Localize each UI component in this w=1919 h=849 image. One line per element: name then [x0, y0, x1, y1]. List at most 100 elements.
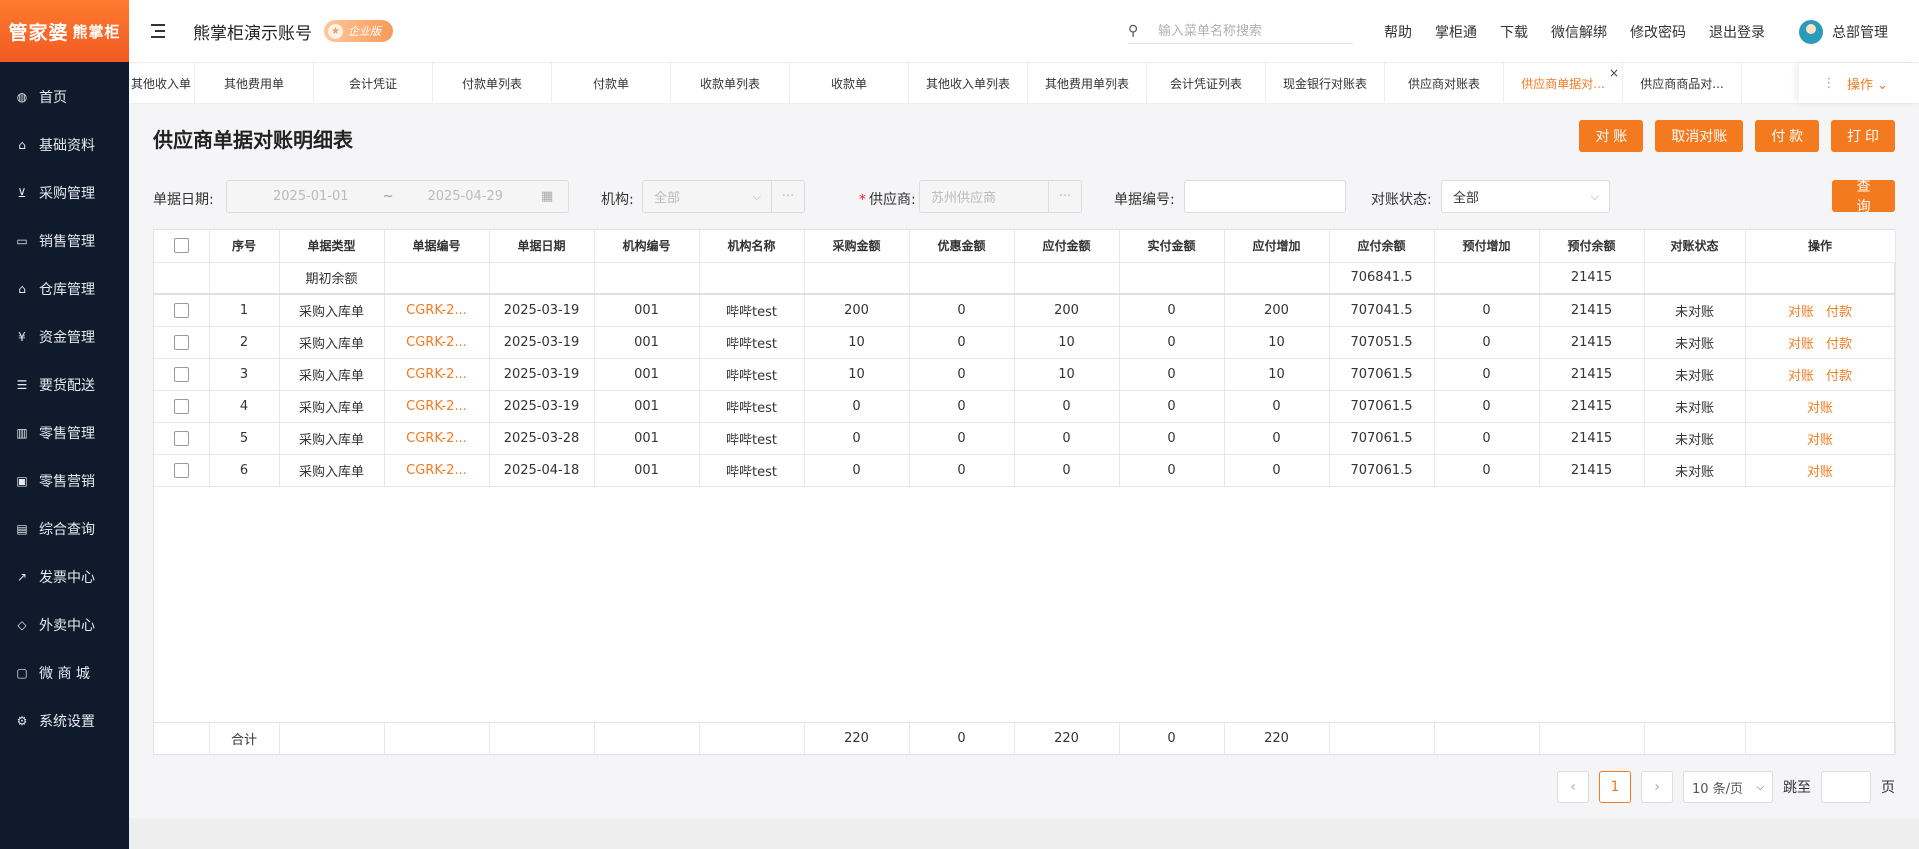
search-icon[interactable]: ⚲: [1128, 23, 1148, 39]
select-all-checkbox[interactable]: [173, 238, 189, 254]
chevron-down-icon[interactable]: ⌵: [1591, 190, 1599, 204]
query-button[interactable]: 查 询: [1832, 178, 1895, 214]
org-value[interactable]: 全部: [654, 187, 753, 206]
user-name[interactable]: 总部管理: [1832, 22, 1888, 42]
cell-code[interactable]: CGRK-2...: [384, 422, 490, 455]
chevron-right-icon[interactable]: ›: [1654, 779, 1660, 795]
tab-label[interactable]: 收款单列表: [700, 75, 760, 92]
supplier-select[interactable]: 苏州供应商: [919, 180, 1049, 213]
ellipsis-icon[interactable]: ···: [782, 189, 794, 204]
tab-item[interactable]: 其他收入单列表: [909, 63, 1028, 103]
date-range-picker[interactable]: 2025-01-01 ~ 2025-04-29 ▦: [226, 180, 569, 213]
reconcile-link[interactable]: 对账: [1788, 369, 1814, 384]
tab-item[interactable]: 收款单: [790, 63, 909, 103]
sidebar-item[interactable]: ◍ 首页: [0, 73, 129, 121]
page-number-button[interactable]: 1: [1599, 771, 1631, 803]
pay-link[interactable]: 付款: [1826, 305, 1852, 320]
docno-input[interactable]: [1184, 180, 1346, 213]
sidebar-item[interactable]: ▢ 微 商 城: [0, 649, 129, 697]
ellipsis-icon[interactable]: ···: [1059, 189, 1071, 204]
org-select[interactable]: 全部 ⌵: [642, 180, 772, 213]
tab-label[interactable]: 会计凭证列表: [1170, 75, 1242, 92]
table-row[interactable]: 6 采购入库单 CGRK-2... 2025-04-18 001 哔哔test 0 0 0 0 0 7…: [154, 454, 1896, 487]
header-link[interactable]: 修改密码: [1630, 22, 1686, 42]
tab-item[interactable]: 其他费用单: [195, 63, 314, 103]
page-size-value[interactable]: 10 条/页: [1692, 778, 1743, 797]
tab-label[interactable]: 其他费用单列表: [1045, 75, 1129, 92]
page-size-select[interactable]: 10 条/页 ⌵: [1683, 771, 1773, 803]
header-link[interactable]: 微信解绑: [1551, 22, 1607, 42]
tab-item[interactable]: 供应商单据对... ×: [1504, 63, 1623, 103]
tab-item[interactable]: 付款单: [552, 63, 671, 103]
row-checkbox[interactable]: [173, 302, 189, 318]
chevron-left-icon[interactable]: ‹: [1570, 779, 1576, 795]
tab-ops-button[interactable]: 操作 ⌄: [1847, 74, 1888, 93]
cell-code[interactable]: CGRK-2...: [384, 294, 490, 327]
tab-item[interactable]: 会计凭证列表: [1147, 63, 1266, 103]
sidebar-item[interactable]: ▭ 销售管理: [0, 217, 129, 265]
tab-label[interactable]: 现金银行对账表: [1283, 75, 1367, 92]
row-checkbox[interactable]: [173, 462, 189, 478]
user-menu[interactable]: 总部管理: [1799, 20, 1888, 44]
cell-code[interactable]: CGRK-2...: [384, 358, 490, 391]
action-button[interactable]: 付 款: [1755, 120, 1820, 152]
more-vertical-icon[interactable]: ⋮: [1819, 76, 1839, 91]
date-end[interactable]: 2025-04-29: [427, 189, 503, 204]
sidebar-item[interactable]: ↗ 发票中心: [0, 553, 129, 601]
reconcile-link[interactable]: 对账: [1788, 337, 1814, 352]
tab-item[interactable]: 供应商商品对...: [1623, 63, 1742, 103]
sidebar-item[interactable]: ▣ 零售营销: [0, 457, 129, 505]
table-row[interactable]: 5 采购入库单 CGRK-2... 2025-03-28 001 哔哔test 0 0 0 0 0 7…: [154, 422, 1896, 455]
tab-operations[interactable]: ⋮ 操作 ⌄: [1799, 63, 1919, 103]
sidebar-item[interactable]: ▤ 综合查询: [0, 505, 129, 553]
sidebar-item[interactable]: ⊻ 采购管理: [0, 169, 129, 217]
date-start[interactable]: 2025-01-01: [273, 189, 349, 204]
calendar-icon[interactable]: ▦: [541, 189, 553, 204]
cell-code[interactable]: CGRK-2...: [384, 454, 490, 487]
table-row[interactable]: 4 采购入库单 CGRK-2... 2025-03-19 001 哔哔test 0 0 0 0 0 7…: [154, 390, 1896, 423]
next-page-button[interactable]: ›: [1641, 771, 1673, 803]
sidebar-item[interactable]: ⌂ 仓库管理: [0, 265, 129, 313]
prev-page-button[interactable]: ‹: [1557, 771, 1589, 803]
tab-item[interactable]: 收款单列表: [671, 63, 790, 103]
tab-item[interactable]: 会计凭证: [314, 63, 433, 103]
tab-item[interactable]: 其他收入单: [129, 63, 195, 103]
row-checkbox[interactable]: [173, 366, 189, 382]
header-link[interactable]: 下载: [1500, 22, 1528, 42]
sidebar-item[interactable]: ¥ 资金管理: [0, 313, 129, 361]
supplier-value[interactable]: 苏州供应商: [931, 187, 996, 206]
menu-toggle-icon[interactable]: [151, 24, 169, 38]
action-button[interactable]: 对 账: [1579, 120, 1644, 152]
avatar[interactable]: [1799, 20, 1823, 44]
sidebar-item[interactable]: ⚙ 系统设置: [0, 697, 129, 745]
close-icon[interactable]: ×: [1609, 66, 1619, 80]
pay-link[interactable]: 付款: [1826, 337, 1852, 352]
header-link[interactable]: 掌柜通: [1435, 22, 1477, 42]
tab-label[interactable]: 付款单列表: [462, 75, 522, 92]
reconcile-link[interactable]: 对账: [1807, 465, 1833, 480]
tab-item[interactable]: 供应商对账表: [1385, 63, 1504, 103]
jump-page-input[interactable]: [1821, 771, 1871, 803]
tab-label[interactable]: 付款单: [593, 75, 629, 92]
header-link[interactable]: 退出登录: [1709, 22, 1765, 42]
tab-item[interactable]: 付款单列表: [433, 63, 552, 103]
tab-item[interactable]: 现金银行对账表: [1266, 63, 1385, 103]
row-checkbox[interactable]: [173, 398, 189, 414]
chevron-down-icon[interactable]: ⌵: [753, 190, 761, 204]
action-button[interactable]: 取消对账: [1655, 120, 1744, 152]
tab-label[interactable]: 其他收入单: [131, 75, 191, 92]
table-row[interactable]: 3 采购入库单 CGRK-2... 2025-03-19 001 哔哔test 10 0 10 0…: [154, 358, 1896, 391]
tab-label[interactable]: 收款单: [831, 75, 867, 92]
table-row[interactable]: 1 采购入库单 CGRK-2... 2025-03-19 001 哔哔test 200 0 20…: [154, 294, 1896, 327]
row-checkbox[interactable]: [173, 334, 189, 350]
tab-label[interactable]: 其他收入单列表: [926, 75, 1010, 92]
reconcile-link[interactable]: 对账: [1788, 305, 1814, 320]
status-select[interactable]: 全部 ⌵: [1441, 180, 1610, 213]
pay-link[interactable]: 付款: [1826, 369, 1852, 384]
tab-label[interactable]: 供应商单据对...: [1521, 75, 1604, 92]
sidebar-item[interactable]: ◇ 外卖中心: [0, 601, 129, 649]
reconcile-link[interactable]: 对账: [1807, 433, 1833, 448]
tab-label[interactable]: 供应商对账表: [1408, 75, 1480, 92]
table-row[interactable]: 2 采购入库单 CGRK-2... 2025-03-19 001 哔哔test 10 0 10 0…: [154, 326, 1896, 359]
supplier-more-button[interactable]: ···: [1048, 180, 1082, 213]
